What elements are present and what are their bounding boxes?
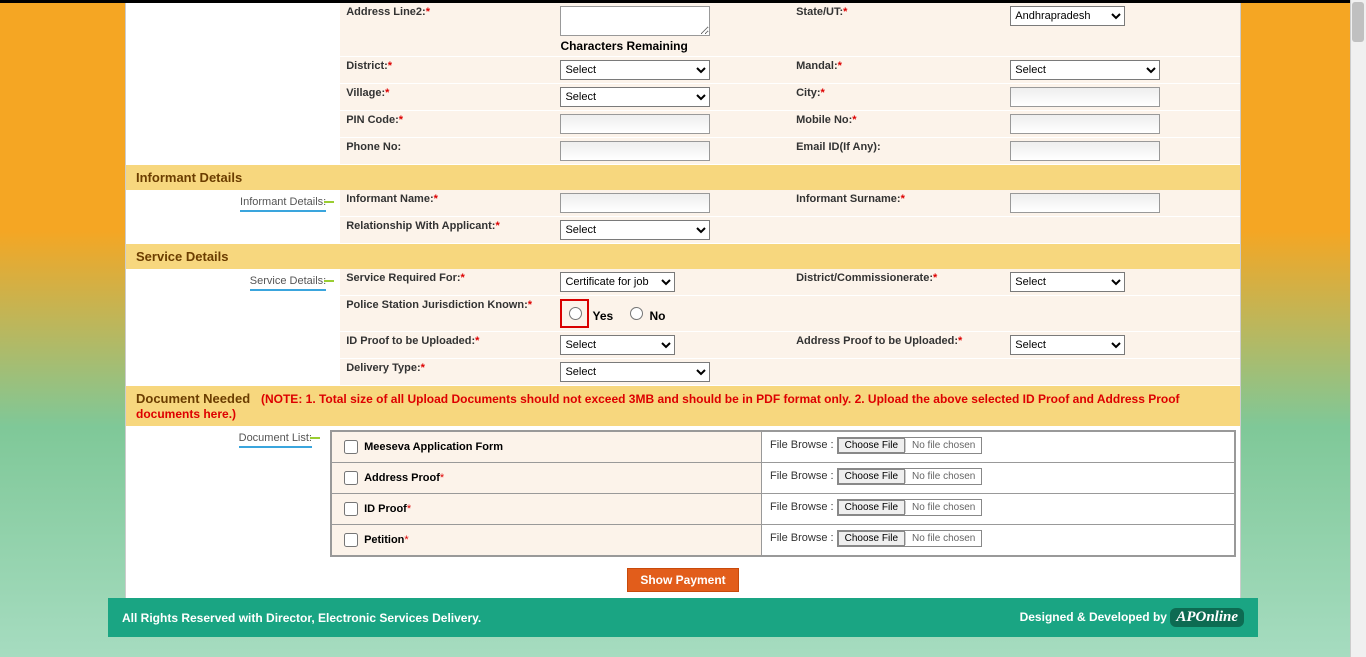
- document-list: Meeseva Application Form File Browse : C…: [330, 430, 1236, 557]
- city-input[interactable]: [1010, 87, 1160, 107]
- document-list-wrap: Document List: Meeseva Application Form …: [126, 426, 1240, 562]
- phone-input[interactable]: [560, 141, 710, 161]
- email-label: Email ID(If Any):: [796, 141, 881, 153]
- pincode-label: PIN Code:: [346, 114, 399, 126]
- ps-no-label: No: [650, 309, 666, 323]
- no-file-label-1: No file chosen: [905, 470, 981, 483]
- commissionerate-label: District/Commissionerate:: [796, 272, 933, 284]
- doc-meeseva-checkbox[interactable]: [344, 440, 358, 454]
- mandal-label: Mandal:: [796, 60, 838, 72]
- district-label: District:: [346, 60, 388, 72]
- doc-idproof-checkbox[interactable]: [344, 502, 358, 516]
- service-required-label: Service Required For:: [346, 272, 460, 284]
- footer-left-text: All Rights Reserved with Director, Elect…: [122, 611, 481, 625]
- delivery-label: Delivery Type:: [346, 362, 420, 374]
- informant-name-label: Informant Name:: [346, 193, 433, 205]
- no-file-label-2: No file chosen: [905, 501, 981, 514]
- vertical-scrollbar[interactable]: [1350, 0, 1366, 657]
- document-section-header: Document Needed (NOTE: 1. Total size of …: [126, 386, 1240, 426]
- ps-yes-label: Yes: [593, 309, 614, 323]
- file-browse-label-1: File Browse :: [770, 470, 834, 482]
- relationship-select[interactable]: Select: [560, 220, 710, 240]
- footer-right-text: Designed & Developed by: [1020, 610, 1167, 624]
- ps-known-label: Police Station Jurisdiction Known:: [346, 299, 528, 311]
- pincode-input[interactable]: [560, 114, 710, 134]
- district-select[interactable]: Select: [560, 60, 710, 80]
- state-select[interactable]: Andhrapradesh: [1010, 6, 1125, 26]
- informant-surname-input[interactable]: [1010, 193, 1160, 213]
- ps-no-radio[interactable]: [630, 307, 643, 320]
- informant-sidebar-label: Informant Details:: [240, 196, 326, 212]
- email-input[interactable]: [1010, 141, 1160, 161]
- delivery-select[interactable]: Select: [560, 362, 710, 382]
- page-background: Address Line2:* Characters Remaining Sta…: [0, 0, 1366, 657]
- show-payment-row: Show Payment: [126, 562, 1240, 598]
- addr-proof-select[interactable]: Select: [1010, 335, 1125, 355]
- choose-file-button-1[interactable]: Choose File: [838, 469, 905, 484]
- doc-row-id-proof: ID Proof* File Browse : Choose FileNo fi…: [332, 494, 1235, 525]
- doc-petition-checkbox[interactable]: [344, 533, 358, 547]
- address-line2-label: Address Line2:: [346, 6, 425, 18]
- service-table: Service Details: Service Required For:* …: [126, 269, 1240, 386]
- service-section-header: Service Details: [126, 244, 1240, 269]
- mobile-input[interactable]: [1010, 114, 1160, 134]
- address-line2-input[interactable]: [560, 6, 710, 36]
- informant-surname-label: Informant Surname:: [796, 193, 901, 205]
- mobile-label: Mobile No:: [796, 114, 852, 126]
- footer: All Rights Reserved with Director, Elect…: [108, 598, 1258, 637]
- choose-file-button-2[interactable]: Choose File: [838, 500, 905, 515]
- no-file-label-0: No file chosen: [905, 439, 981, 452]
- doc-row-address-proof: Address Proof* File Browse : Choose File…: [332, 463, 1235, 494]
- file-browse-label-3: File Browse :: [770, 532, 834, 544]
- aponline-logo: APOnline: [1170, 608, 1244, 627]
- doc-address-label: Address Proof: [364, 472, 440, 484]
- doc-row-petition: Petition* File Browse : Choose FileNo fi…: [332, 525, 1235, 556]
- choose-file-button-3[interactable]: Choose File: [838, 531, 905, 546]
- service-required-select[interactable]: Certificate for job: [560, 272, 675, 292]
- id-proof-label: ID Proof to be Uploaded:: [346, 335, 475, 347]
- doc-idproof-label: ID Proof: [364, 503, 407, 515]
- show-payment-button[interactable]: Show Payment: [627, 568, 738, 592]
- village-select[interactable]: Select: [560, 87, 710, 107]
- doc-petition-label: Petition: [364, 534, 404, 546]
- ps-yes-highlight: [560, 299, 589, 328]
- informant-section-header: Informant Details: [126, 165, 1240, 190]
- commissionerate-select[interactable]: Select: [1010, 272, 1125, 292]
- doc-address-checkbox[interactable]: [344, 471, 358, 485]
- relationship-label: Relationship With Applicant:: [346, 220, 495, 232]
- document-section-title: Document Needed: [136, 391, 250, 406]
- ps-yes-radio[interactable]: [569, 307, 582, 320]
- doc-row-meeseva: Meeseva Application Form File Browse : C…: [332, 432, 1235, 463]
- state-label: State/UT:: [796, 6, 843, 18]
- informant-table: Informant Details: Informant Name:* Info…: [126, 190, 1240, 244]
- mandal-select[interactable]: Select: [1010, 60, 1160, 80]
- id-proof-select[interactable]: Select: [560, 335, 675, 355]
- informant-name-input[interactable]: [560, 193, 710, 213]
- service-sidebar-label: Service Details:: [250, 275, 326, 291]
- phone-label: Phone No:: [346, 141, 401, 153]
- chars-remaining-label: Characters Remaining: [560, 39, 687, 53]
- city-label: City:: [796, 87, 820, 99]
- address-fields-table: Address Line2:* Characters Remaining Sta…: [126, 3, 1240, 165]
- file-browse-label-0: File Browse :: [770, 439, 834, 451]
- document-note: (NOTE: 1. Total size of all Upload Docum…: [136, 392, 1180, 421]
- no-file-label-3: No file chosen: [905, 532, 981, 545]
- document-sidebar-label: Document List:: [239, 432, 312, 448]
- doc-meeseva-label: Meeseva Application Form: [364, 441, 503, 453]
- form-container: Address Line2:* Characters Remaining Sta…: [125, 3, 1241, 598]
- file-browse-label-2: File Browse :: [770, 501, 834, 513]
- addr-proof-label: Address Proof to be Uploaded:: [796, 335, 958, 347]
- choose-file-button-0[interactable]: Choose File: [838, 438, 905, 453]
- scrollbar-thumb[interactable]: [1352, 2, 1364, 42]
- village-label: Village:: [346, 87, 385, 99]
